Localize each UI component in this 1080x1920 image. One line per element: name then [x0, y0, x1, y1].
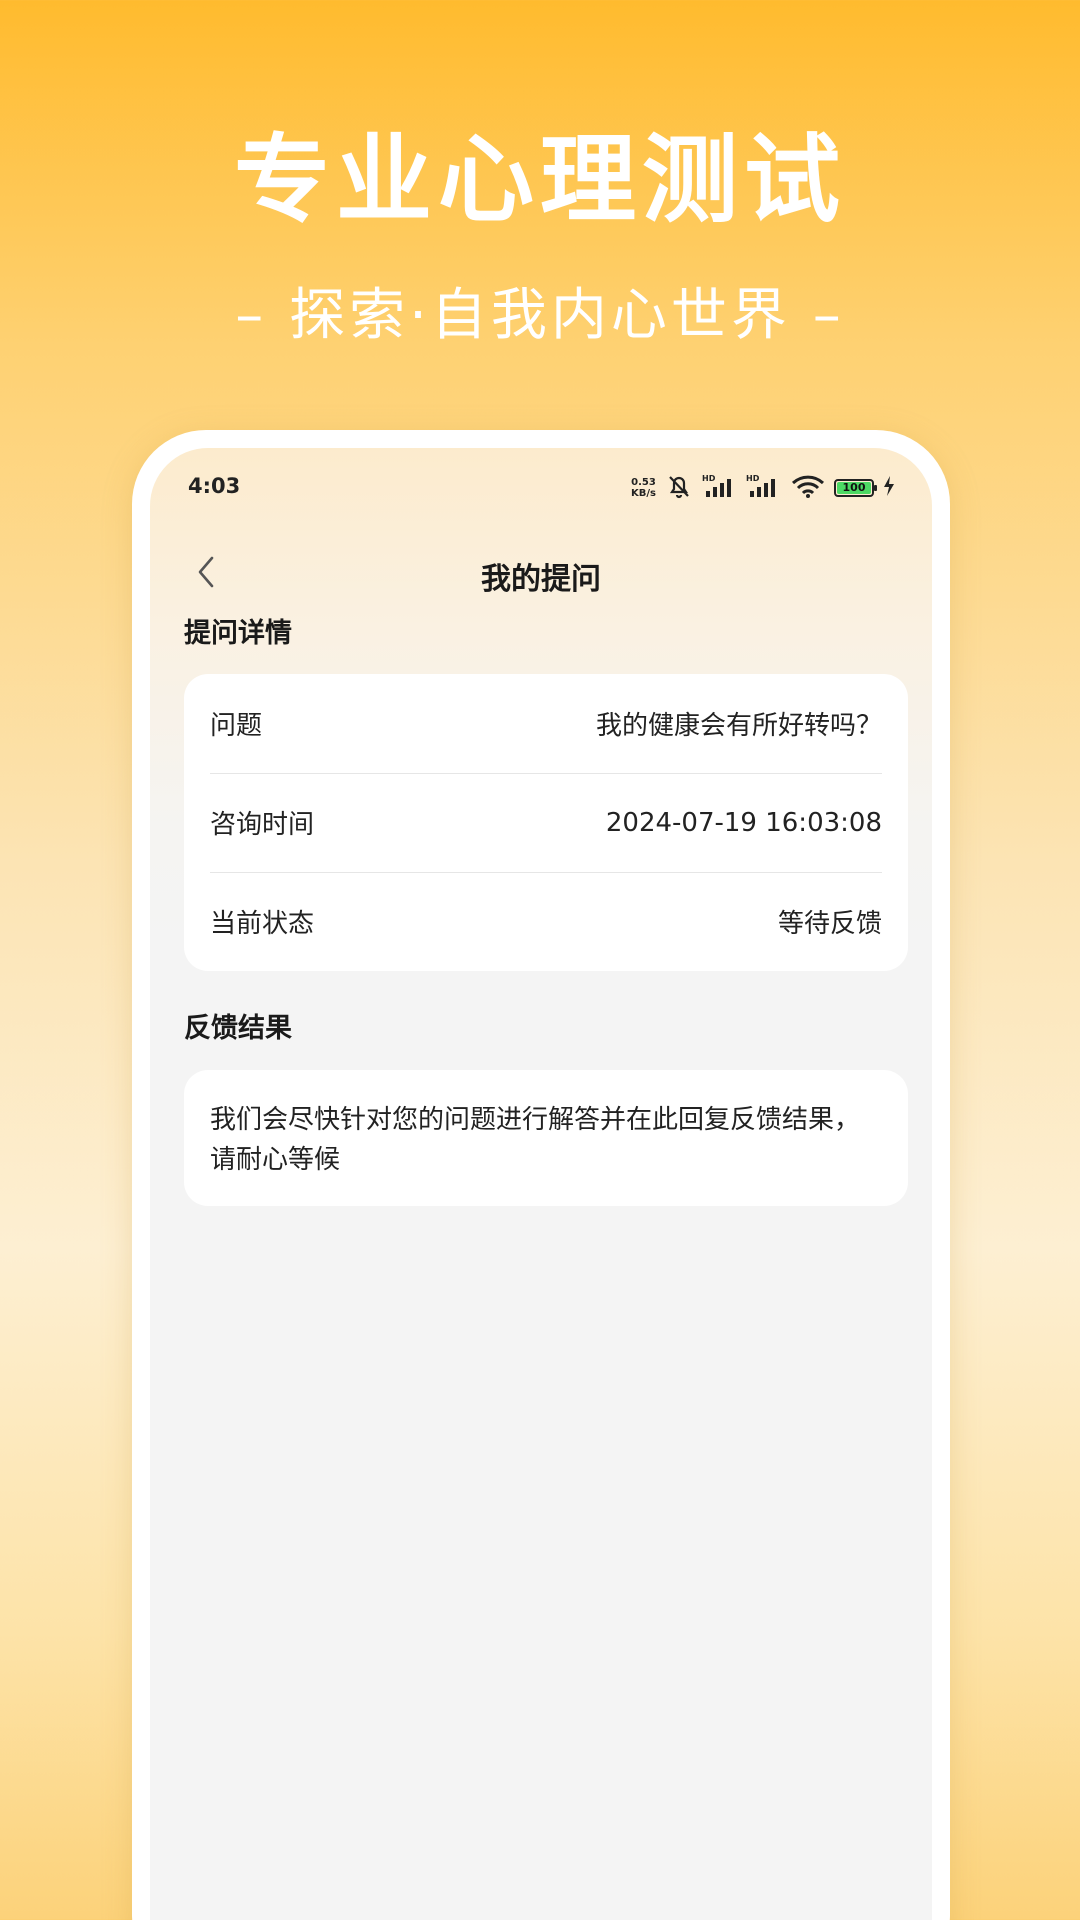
signal-hd-icon-2: HD: [746, 473, 782, 503]
svg-text:HD: HD: [702, 474, 716, 483]
nav-bar: 我的提问: [150, 538, 932, 618]
details-section-title: 提问详情: [184, 618, 292, 649]
signal-hd-icon: HD: [702, 473, 738, 503]
promo-subtitle: – 探索·自我内心世界 –: [235, 283, 845, 348]
promo-title: 专业心理测试: [234, 124, 846, 236]
battery-icon: 100: [834, 479, 877, 497]
status-bar: 4:03 0.53 KB/s HD HD 100: [150, 448, 932, 528]
charging-icon: [882, 475, 896, 501]
detail-value: 我的健康会有所好转吗？: [595, 711, 882, 741]
phone-screen: 4:03 0.53 KB/s HD HD 100 我的提问 提问详情 问题 我的…: [150, 448, 932, 1920]
phone-frame: 4:03 0.53 KB/s HD HD 100 我的提问 提问详情 问题 我的…: [132, 430, 950, 1920]
wifi-icon: [790, 473, 826, 503]
feedback-section-title: 反馈结果: [184, 1013, 292, 1044]
detail-row-status: 当前状态 等待反馈: [210, 872, 882, 971]
svg-text:HD: HD: [746, 474, 760, 483]
detail-value: 等待反馈: [777, 909, 882, 939]
feedback-card: 我们会尽快针对您的问题进行解答并在此回复反馈结果，请耐心等候: [184, 1070, 908, 1206]
net-speed-unit: KB/s: [631, 488, 656, 499]
detail-row-consult-time: 咨询时间 2024-07-19 16:03:08: [210, 773, 882, 872]
net-speed: 0.53 KB/s: [631, 477, 656, 499]
feedback-message: 我们会尽快针对您的问题进行解答并在此回复反馈结果，请耐心等候: [210, 1105, 861, 1175]
detail-value: 2024-07-19 16:03:08: [605, 807, 882, 838]
net-speed-value: 0.53: [631, 477, 656, 488]
status-icons: 0.53 KB/s HD HD 100: [631, 472, 896, 504]
detail-label: 当前状态: [210, 909, 315, 939]
page-title: 我的提问: [481, 562, 601, 597]
detail-row-question: 问题 我的健康会有所好转吗？: [210, 674, 882, 773]
details-card: 问题 我的健康会有所好转吗？ 咨询时间 2024-07-19 16:03:08 …: [184, 674, 908, 971]
detail-label: 问题: [210, 711, 263, 741]
battery-level: 100: [837, 482, 871, 494]
status-time: 4:03: [188, 474, 241, 498]
detail-label: 咨询时间: [210, 810, 315, 840]
silent-bell-icon: [664, 472, 694, 504]
